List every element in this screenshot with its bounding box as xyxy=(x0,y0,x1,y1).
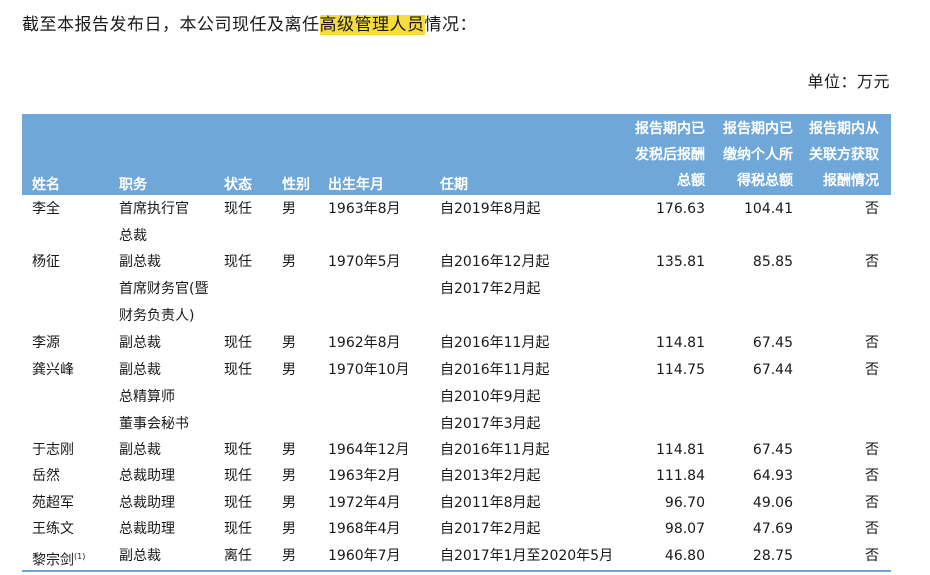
cell-position: 副总裁 总精算师 董事会秘书 xyxy=(119,362,189,432)
cell-position: 总裁助理 xyxy=(119,468,175,484)
cell-birth: 1972年4月 xyxy=(328,495,401,511)
cell-related: 否 xyxy=(865,468,879,484)
cell-after-tax: 111.84 xyxy=(656,468,705,484)
cell-related: 否 xyxy=(865,362,879,378)
cell-status: 现任 xyxy=(224,362,252,378)
cell-position: 副总裁 xyxy=(119,442,161,458)
cell-term: 自2017年2月起 xyxy=(440,521,541,537)
cell-birth: 1963年8月 xyxy=(328,201,401,217)
cell-gender: 男 xyxy=(282,521,296,537)
header-tax-paid: 报告期内已 缴纳个人所 得税总额 xyxy=(723,121,793,189)
cell-term: 自2016年11月起 自2010年9月起 自2017年3月起 xyxy=(440,362,550,432)
header-status: 状态 xyxy=(224,177,252,193)
cell-tax-paid: 67.45 xyxy=(752,335,793,351)
cell-position: 副总裁 xyxy=(119,548,161,564)
cell-tax-paid: 67.45 xyxy=(752,442,793,458)
cell-birth: 1962年8月 xyxy=(328,335,401,351)
cell-status: 现任 xyxy=(224,521,252,537)
cell-gender: 男 xyxy=(282,495,296,511)
cell-position: 副总裁 xyxy=(119,335,161,351)
cell-after-tax: 46.80 xyxy=(664,548,705,564)
cell-term: 自2013年2月起 xyxy=(440,468,541,484)
cell-name: 李全 xyxy=(32,201,60,217)
cell-term: 自2016年12月起 自2017年2月起 xyxy=(440,254,550,297)
cell-related: 否 xyxy=(865,548,879,564)
cell-after-tax: 114.81 xyxy=(656,335,705,351)
cell-name: 苑超军 xyxy=(32,495,74,511)
cell-gender: 男 xyxy=(282,201,296,217)
cell-name: 岳然 xyxy=(32,468,60,484)
cell-tax-paid: 28.75 xyxy=(752,548,793,564)
header-after-tax: 报告期内已 发税后报酬 总额 xyxy=(635,121,705,189)
cell-name: 杨征 xyxy=(32,254,60,270)
intro-suffix: 情况： xyxy=(424,15,477,35)
cell-status: 现任 xyxy=(224,495,252,511)
cell-related: 否 xyxy=(865,495,879,511)
cell-after-tax: 114.81 xyxy=(656,442,705,458)
cell-status: 现任 xyxy=(224,335,252,351)
cell-gender: 男 xyxy=(282,362,296,378)
cell-gender: 男 xyxy=(282,548,296,564)
cell-term: 自2019年8月起 xyxy=(440,201,541,217)
cell-related: 否 xyxy=(865,442,879,458)
cell-status: 现任 xyxy=(224,254,252,270)
cell-gender: 男 xyxy=(282,442,296,458)
cell-related: 否 xyxy=(865,201,879,217)
unit-label: 单位：万元 xyxy=(807,72,890,91)
cell-tax-paid: 47.69 xyxy=(752,521,793,537)
cell-tax-paid: 67.44 xyxy=(752,362,793,378)
cell-tax-paid: 49.06 xyxy=(752,495,793,511)
cell-tax-paid: 85.85 xyxy=(752,254,793,270)
intro-prefix: 截至本报告发布日，本公司现任及离任 xyxy=(22,15,320,35)
cell-birth: 1960年7月 xyxy=(328,548,401,564)
cell-after-tax: 98.07 xyxy=(664,521,705,537)
header-gender: 性别 xyxy=(282,177,310,193)
cell-status: 离任 xyxy=(224,548,252,564)
cell-term: 自2017年1月至2020年5月 xyxy=(440,548,614,564)
cell-gender: 男 xyxy=(282,254,296,270)
cell-status: 现任 xyxy=(224,468,252,484)
cell-tax-paid: 64.93 xyxy=(752,468,793,484)
cell-after-tax: 96.70 xyxy=(664,495,705,511)
cell-status: 现任 xyxy=(224,201,252,217)
cell-birth: 1964年12月 xyxy=(328,442,410,458)
cell-term: 自2016年11月起 xyxy=(440,335,550,351)
header-position: 职务 xyxy=(119,177,147,193)
cell-related: 否 xyxy=(865,254,879,270)
cell-name: 于志刚 xyxy=(32,442,74,458)
intro-text: 截至本报告发布日，本公司现任及离任高级管理人员情况： xyxy=(22,10,477,35)
cell-gender: 男 xyxy=(282,468,296,484)
cell-after-tax: 114.75 xyxy=(656,362,705,378)
cell-related: 否 xyxy=(865,335,879,351)
table-bottom-rule xyxy=(22,570,891,572)
cell-after-tax: 176.63 xyxy=(656,201,705,217)
cell-birth: 1970年10月 xyxy=(328,362,410,378)
cell-birth: 1963年2月 xyxy=(328,468,401,484)
header-birth: 出生年月 xyxy=(328,177,384,193)
cell-name: 王练文 xyxy=(32,521,74,537)
cell-position: 副总裁 首席财务官(暨 财务负责人) xyxy=(119,254,209,324)
cell-gender: 男 xyxy=(282,335,296,351)
intro-highlight: 高级管理人员 xyxy=(319,15,425,35)
table-header: 姓名 职务 状态 性别 出生年月 任期 报告期内已 发税后报酬 总额 报告期内已… xyxy=(22,114,891,195)
cell-position: 总裁助理 xyxy=(119,521,175,537)
cell-position: 总裁助理 xyxy=(119,495,175,511)
cell-related: 否 xyxy=(865,521,879,537)
cell-term: 自2011年8月起 xyxy=(440,495,541,511)
cell-position: 首席执行官 总裁 xyxy=(119,201,189,244)
cell-name: 龚兴峰 xyxy=(32,362,74,378)
cell-birth: 1968年4月 xyxy=(328,521,401,537)
header-related: 报告期内从 关联方获取 报酬情况 xyxy=(809,121,879,189)
cell-status: 现任 xyxy=(224,442,252,458)
cell-birth: 1970年5月 xyxy=(328,254,401,270)
footnote-marker: (1) xyxy=(74,552,86,561)
header-name: 姓名 xyxy=(32,177,60,193)
cell-term: 自2016年11月起 xyxy=(440,442,550,458)
cell-name: 李源 xyxy=(32,335,60,351)
cell-tax-paid: 104.41 xyxy=(744,201,793,217)
cell-after-tax: 135.81 xyxy=(656,254,705,270)
header-term: 任期 xyxy=(440,177,468,193)
